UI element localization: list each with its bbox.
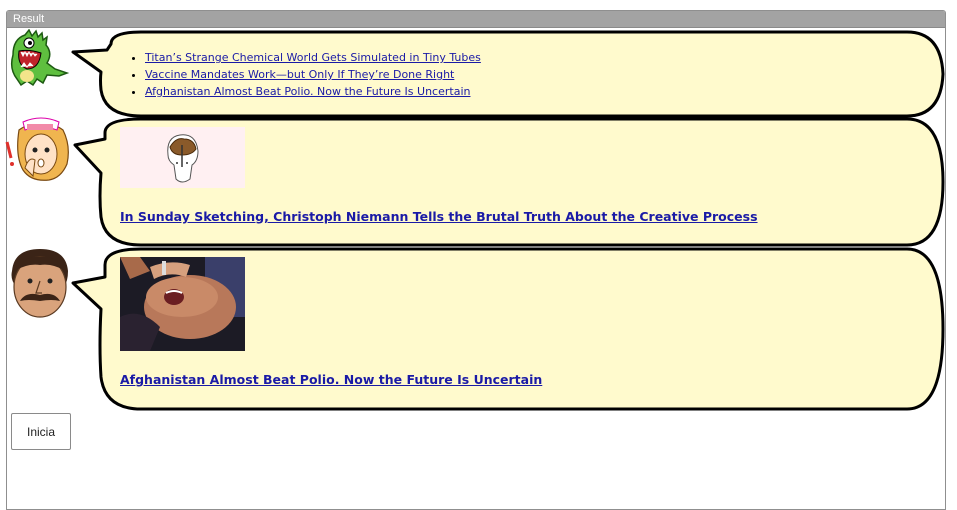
- list-item: Afghanistan Almost Beat Polio. Now the F…: [145, 83, 481, 100]
- nurse-avatar: [5, 116, 73, 186]
- message-bubble-3: Afghanistan Almost Beat Polio. Now the F…: [71, 247, 947, 411]
- article-link[interactable]: Titan’s Strange Chemical World Gets Simu…: [145, 51, 481, 64]
- link-list: Titan’s Strange Chemical World Gets Simu…: [120, 49, 481, 100]
- article-headline-link[interactable]: Afghanistan Almost Beat Polio. Now the F…: [120, 372, 542, 387]
- article-headline-link[interactable]: In Sunday Sketching, Christoph Niemann T…: [120, 209, 758, 224]
- panel-title: Result: [7, 11, 945, 28]
- list-item: Titan’s Strange Chemical World Gets Simu…: [145, 49, 481, 66]
- article-link[interactable]: Vaccine Mandates Work—but Only If They’r…: [145, 68, 454, 81]
- start-button[interactable]: Inicia: [11, 413, 71, 450]
- message-bubble-2: In Sunday Sketching, Christoph Niemann T…: [71, 117, 947, 247]
- mustache-man-avatar: [6, 247, 72, 319]
- message-bubble-1: Titan’s Strange Chemical World Gets Simu…: [71, 30, 947, 118]
- brain-sketch-image: [120, 127, 245, 188]
- list-item: Vaccine Mandates Work—but Only If They’r…: [145, 66, 481, 83]
- dinosaur-avatar: [7, 28, 71, 87]
- polio-vaccination-photo: [120, 257, 245, 351]
- article-link[interactable]: Afghanistan Almost Beat Polio. Now the F…: [145, 85, 470, 98]
